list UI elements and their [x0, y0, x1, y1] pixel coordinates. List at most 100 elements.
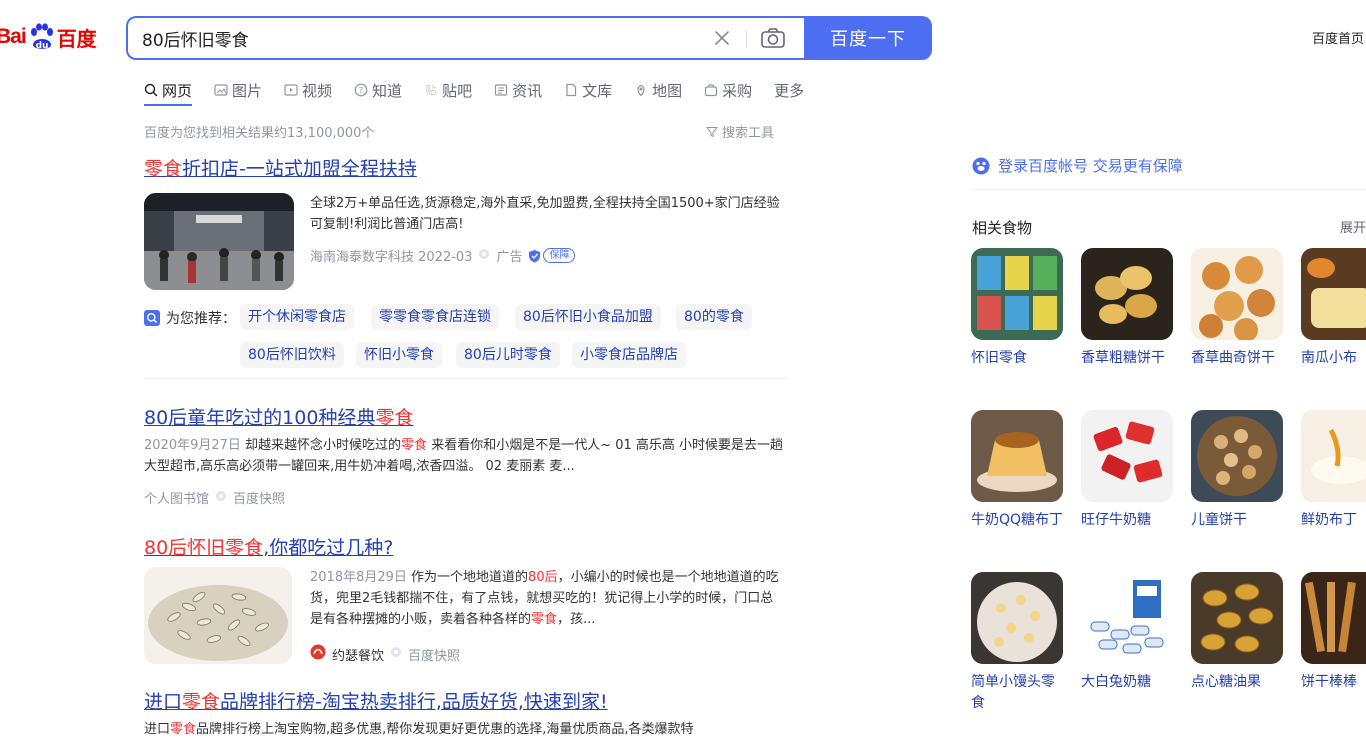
- search-tabs: 网页 图片 视频 ? 知道 贴 贴吧 资讯 文库 地图 采购 更多: [144, 76, 826, 106]
- divider: [144, 378, 788, 379]
- result-title[interactable]: 零食折扣店-一站式加盟全程扶持: [144, 154, 417, 181]
- recommend-chip[interactable]: 80后怀旧小食品加盟: [515, 304, 661, 330]
- snippet-highlight: 80后: [528, 570, 558, 585]
- title-highlight: 80后怀旧零食: [144, 537, 264, 559]
- result-title[interactable]: 进口零食品牌排行榜-淘宝热卖排行,品质好货,快速到家!: [144, 687, 608, 714]
- tab-label: 更多: [774, 81, 805, 100]
- result-source[interactable]: 海南海泰数字科技 2022-03: [310, 246, 472, 265]
- recommend-chip[interactable]: 开个休闲零食店: [240, 304, 354, 330]
- food-card[interactable]: 鲜奶布丁: [1301, 410, 1366, 531]
- title-highlight: 零食: [144, 158, 183, 180]
- food-image: [1301, 248, 1366, 340]
- search-bar: 百度一下: [126, 16, 932, 60]
- site-logo-icon: [310, 644, 326, 664]
- question-icon: ?: [354, 83, 368, 97]
- result-snippet: 全球2万+单品任选,货源稳定,海外直采,免加盟费,全程扶持全国1500+家门店经…: [310, 196, 780, 232]
- tab-wenku[interactable]: 文库: [564, 76, 612, 104]
- tab-map[interactable]: 地图: [634, 76, 682, 104]
- snippet-highlight: 零食: [531, 612, 558, 627]
- result-source[interactable]: 个人图书馆: [144, 488, 209, 507]
- recommend-chip[interactable]: 80的零食: [676, 304, 752, 330]
- food-card[interactable]: 旺仔牛奶糖: [1081, 410, 1175, 531]
- tab-news[interactable]: 资讯: [494, 76, 542, 104]
- recommend-chip[interactable]: 80后儿时零食: [456, 342, 560, 368]
- snapshot-link[interactable]: 百度快照: [233, 488, 285, 507]
- camera-icon[interactable]: [760, 27, 786, 49]
- logo-text-baidu: 百度: [56, 26, 97, 51]
- food-card[interactable]: 怀旧零食: [971, 248, 1065, 369]
- purchase-icon: [704, 83, 718, 97]
- food-card[interactable]: 南瓜小布: [1301, 248, 1366, 369]
- map-icon: [634, 83, 648, 97]
- result-source-row: 个人图书馆 百度快照: [144, 488, 285, 507]
- recommend-chip[interactable]: 80后怀旧饮料: [240, 342, 344, 368]
- food-image: [1191, 410, 1283, 502]
- recommend-chip[interactable]: 小零食店品牌店: [572, 342, 686, 368]
- snippet-text: 却越来越怀念小时候吃过的: [240, 438, 402, 453]
- food-card[interactable]: 儿童饼干: [1191, 410, 1285, 531]
- tab-label: 视频: [302, 81, 333, 100]
- tab-video[interactable]: 视频: [284, 76, 332, 104]
- tab-label: 贴吧: [442, 81, 473, 100]
- result-date: 2018年8月29日: [310, 570, 407, 585]
- tab-tieba[interactable]: 贴 贴吧: [424, 76, 473, 104]
- food-image: [1081, 248, 1173, 340]
- tab-zhidao[interactable]: ? 知道: [354, 76, 402, 104]
- recommend-chip[interactable]: 零零食零食店连锁: [371, 304, 499, 330]
- food-name: 怀旧零食: [971, 350, 1027, 366]
- food-card[interactable]: 点心糖油果: [1191, 572, 1285, 693]
- food-card[interactable]: 饼干棒棒: [1301, 572, 1366, 693]
- result-count: 百度为您找到相关结果约13,100,000个: [144, 126, 375, 141]
- result-snippet: 2020年9月27日 却越来越怀念小时候吃过的零食 来看看你和小烟是不是一代人~…: [144, 435, 790, 477]
- svg-text:?: ?: [359, 86, 363, 95]
- baidu-logo[interactable]: Bai du 百度: [0, 16, 97, 58]
- food-card[interactable]: 简单小馒头零食: [971, 572, 1065, 714]
- food-image: [971, 572, 1063, 664]
- snapshot-link[interactable]: 百度快照: [408, 645, 460, 664]
- food-name: 饼干棒棒: [1301, 674, 1357, 690]
- food-name: 香草粗糖饼干: [1081, 350, 1165, 366]
- guarantee-badge[interactable]: 保障: [528, 248, 576, 263]
- food-name: 香草曲奇饼干: [1191, 350, 1275, 366]
- result-thumbnail[interactable]: [144, 567, 292, 664]
- food-image: [1301, 572, 1366, 664]
- related-foods-title: 相关食物: [972, 219, 1033, 237]
- snippet-text: 作为一个地地道道的: [406, 570, 529, 585]
- paw-icon: du: [30, 23, 53, 51]
- food-card[interactable]: 牛奶QQ糖布丁: [971, 410, 1065, 531]
- food-image: [971, 248, 1063, 340]
- result-title[interactable]: 80后怀旧零食,你都吃过几种?: [144, 533, 393, 560]
- recommend-label: 为您推荐：: [166, 311, 236, 327]
- search-button[interactable]: 百度一下: [804, 16, 932, 60]
- food-card[interactable]: 香草曲奇饼干: [1191, 248, 1285, 369]
- tab-label: 知道: [372, 81, 403, 100]
- info-dot-icon: [390, 646, 402, 662]
- search-tools[interactable]: 搜索工具: [706, 122, 774, 141]
- food-image: [1191, 572, 1283, 664]
- news-icon: [494, 83, 508, 97]
- food-name: 牛奶QQ糖布丁: [971, 512, 1064, 528]
- food-card[interactable]: 大白兔奶糖: [1081, 572, 1175, 693]
- search-input-container: [126, 16, 806, 60]
- expand-link[interactable]: 展开: [1340, 217, 1366, 236]
- tab-more[interactable]: 更多: [774, 76, 804, 104]
- search-square-icon: [144, 310, 160, 326]
- tab-label: 地图: [652, 81, 683, 100]
- recommend-chip[interactable]: 怀旧小零食: [356, 342, 442, 368]
- result-source[interactable]: 约瑟餐饮: [332, 645, 384, 664]
- title-text: 品牌排行榜-淘宝热卖排行,品质好货,快速到家!: [220, 691, 608, 713]
- svg-text:贴: 贴: [426, 83, 437, 97]
- tab-images[interactable]: 图片: [214, 76, 262, 104]
- result-title[interactable]: 80后童年吃过的100种经典零食: [144, 403, 413, 430]
- ad-label[interactable]: 广告: [496, 246, 522, 265]
- title-text: 折扣店-一站式加盟全程扶持: [182, 158, 417, 180]
- search-input[interactable]: [142, 18, 682, 58]
- result-thumbnail[interactable]: [144, 193, 294, 290]
- tab-purchase[interactable]: 采购: [704, 76, 752, 104]
- home-link[interactable]: 百度首页: [1312, 28, 1364, 47]
- tab-web[interactable]: 网页: [144, 76, 193, 106]
- clear-icon[interactable]: [712, 28, 732, 48]
- food-card[interactable]: 香草粗糖饼干: [1081, 248, 1175, 369]
- login-prompt[interactable]: 登录百度帐号 交易更有保障: [972, 155, 1183, 176]
- info-dot-icon: [215, 490, 227, 506]
